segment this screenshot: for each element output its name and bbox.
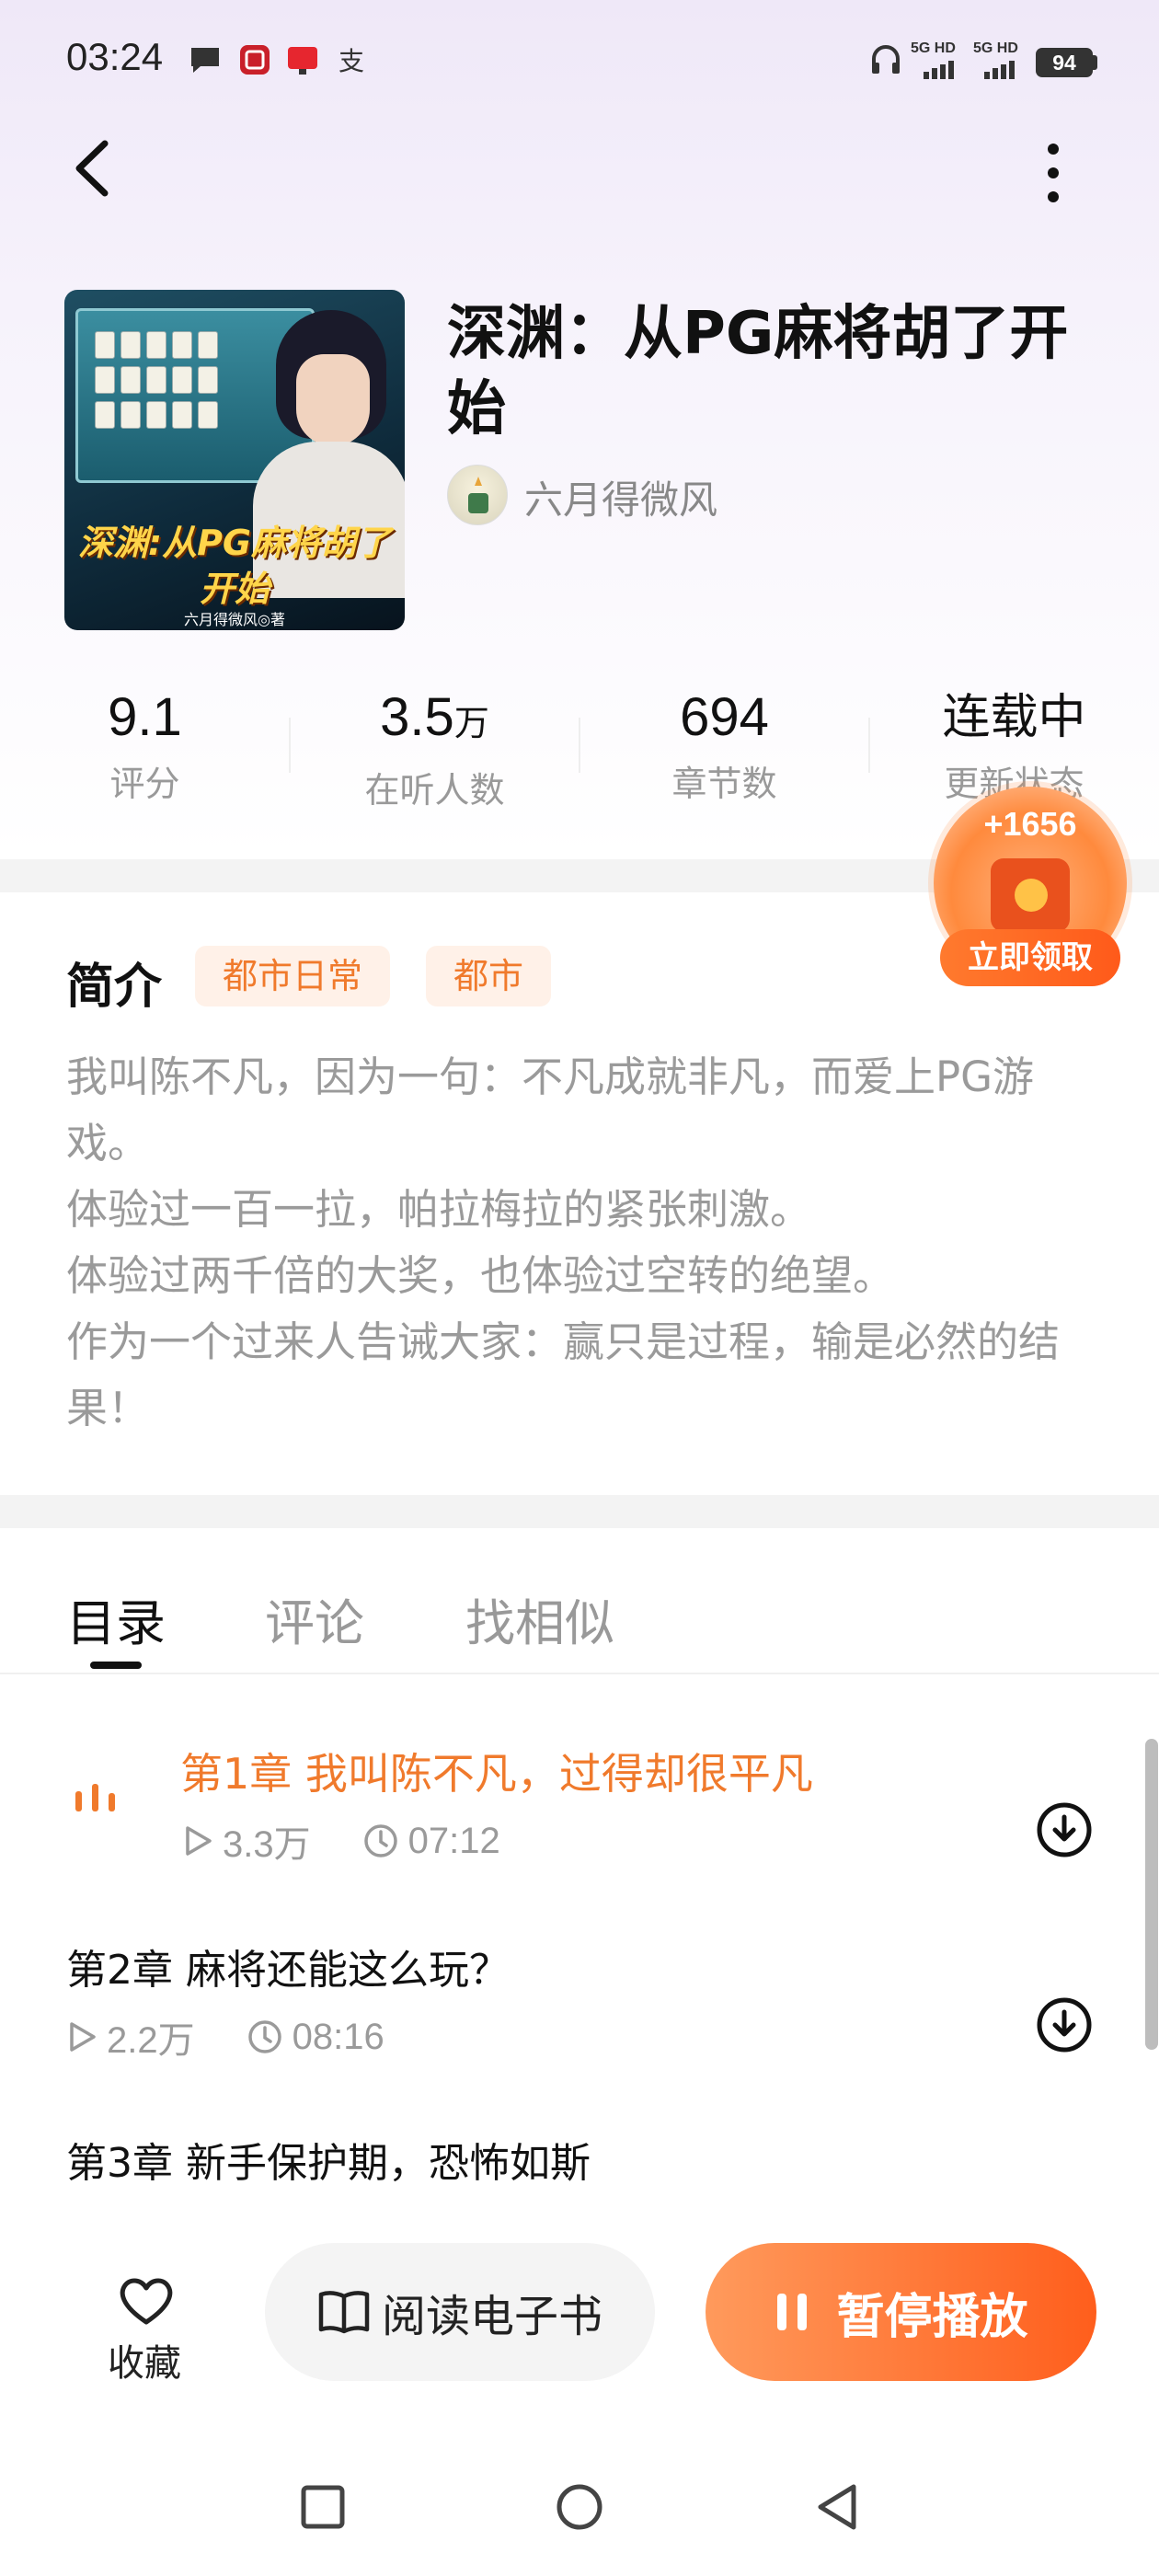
- back-button[interactable]: [64, 136, 120, 201]
- system-navigation-bar: [0, 2447, 1159, 2576]
- stat-listeners: 3.5万 在听人数: [290, 681, 580, 820]
- battery-icon: [1093, 55, 1097, 70]
- author-avatar[interactable]: [447, 465, 508, 525]
- chapter-plays: 3.3万: [223, 1824, 311, 1865]
- recent-apps-icon[interactable]: [300, 2484, 346, 2530]
- pause-label: 暂停播放: [836, 2289, 1028, 2345]
- back-nav-icon[interactable]: [813, 2482, 861, 2532]
- cover-author: 六月得微风◎著: [184, 611, 285, 628]
- stat-rating-label: 评分: [109, 764, 180, 804]
- tab-similar[interactable]: 找相似: [465, 1582, 614, 1655]
- stat-listeners-label: 在听人数: [364, 770, 505, 811]
- home-icon[interactable]: [555, 2482, 604, 2532]
- stat-listeners-value: 3.5: [380, 687, 454, 747]
- pause-icon: [777, 2294, 808, 2330]
- network-label-2: 5G HD: [973, 40, 1018, 56]
- cover-title: 深渊:从PG麻将胡了开始: [77, 523, 392, 609]
- book-cover[interactable]: 深渊:从PG麻将胡了开始 六月得微风◎著: [64, 290, 405, 630]
- tab-contents[interactable]: 目录: [66, 1582, 166, 1655]
- stat-chapters-label: 章节数: [671, 764, 777, 804]
- avatar-icon: [468, 477, 488, 513]
- network-label-1: 5G HD: [911, 40, 956, 56]
- intro-heading: 简介: [66, 960, 163, 1015]
- now-playing-icon: [75, 1784, 115, 1811]
- play-count-icon: [186, 1826, 212, 1856]
- reward-amount: +1656: [983, 805, 1077, 843]
- tab-indicator: [90, 1662, 142, 1669]
- section-divider: [0, 1495, 1159, 1528]
- download-icon[interactable]: [1036, 1996, 1093, 2053]
- message-icon: [191, 48, 219, 73]
- tag-urban[interactable]: 都市: [426, 946, 552, 1006]
- chapter-duration: 08:16: [292, 2016, 384, 2057]
- chapter-item-3[interactable]: 第3章 新手保护期，恐怖如斯: [0, 2121, 1141, 2185]
- read-ebook-button[interactable]: 阅读电子书: [265, 2243, 655, 2381]
- notification-icon: [288, 47, 317, 75]
- heart-icon[interactable]: [96, 2272, 197, 2328]
- svg-text:支: 支: [339, 46, 364, 76]
- chapter-item-2[interactable]: 第2章 麻将还能这么玩？ 2.2万 08:16: [0, 1927, 1141, 2121]
- intro-text: 我叫陈不凡，因为一句：不凡成就非凡，而爱上PG游戏。 体验过一百一拉，帕拉梅拉的…: [66, 1052, 1061, 1432]
- clock-icon: [247, 2020, 281, 2053]
- stat-listeners-unit: 万: [453, 705, 489, 743]
- status-bar: 03:24 支 5G HD 5G HD 94: [0, 0, 1159, 120]
- pause-button[interactable]: 暂停播放: [706, 2243, 1096, 2381]
- stat-status-value: 连载中: [942, 690, 1086, 745]
- stat-rating-value: 9.1: [108, 687, 182, 747]
- clock-icon: [363, 1824, 397, 1857]
- alipay-icon: 支: [339, 46, 364, 76]
- chapter-title: 第2章 麻将还能这么玩？: [66, 1947, 510, 1994]
- chapter-duration: 07:12: [407, 1820, 500, 1861]
- tab-comments[interactable]: 评论: [265, 1582, 364, 1655]
- play-count-icon: [70, 2022, 96, 2052]
- signal-1-icon: [924, 61, 954, 79]
- signal-2-icon: [984, 61, 1015, 79]
- headphone-icon: [872, 45, 900, 74]
- chapter-plays: 2.2万: [107, 2020, 195, 2061]
- book-icon: [318, 2291, 370, 2334]
- tab-bar: 目录 评论 找相似: [0, 1527, 1159, 1674]
- coin-icon: [1015, 879, 1048, 912]
- favorite-label[interactable]: 收藏: [85, 2333, 204, 2386]
- chapter-item-1[interactable]: 第1章 我叫陈不凡，过得却很平凡 3.3万 07:12: [0, 1730, 1141, 1923]
- scrollbar[interactable]: [1145, 1739, 1158, 2050]
- chapter-title: 第3章 新手保护期，恐怖如斯: [66, 2140, 591, 2185]
- read-ebook-label: 阅读电子书: [381, 2291, 602, 2342]
- reward-widget[interactable]: +1656 立即领取: [934, 787, 1127, 994]
- author-name[interactable]: 六月得微风: [524, 469, 717, 525]
- more-options-button[interactable]: [1026, 136, 1081, 210]
- tag-urban-daily[interactable]: 都市日常: [195, 946, 391, 1006]
- stat-chapters: 694 章节数: [580, 681, 869, 813]
- book-title: 深渊：从PG麻将胡了开始: [447, 300, 1069, 443]
- status-time: 03:24: [66, 35, 164, 78]
- claim-reward-button[interactable]: 立即领取: [940, 929, 1120, 986]
- app-icon: [240, 45, 270, 75]
- battery-level: 94: [1036, 48, 1093, 77]
- stat-rating: 9.1 评分: [0, 681, 290, 813]
- stat-chapters-value: 694: [680, 687, 769, 747]
- chapter-title: 第1章 我叫陈不凡，过得却很平凡: [180, 1749, 813, 1799]
- download-icon[interactable]: [1036, 1801, 1093, 1858]
